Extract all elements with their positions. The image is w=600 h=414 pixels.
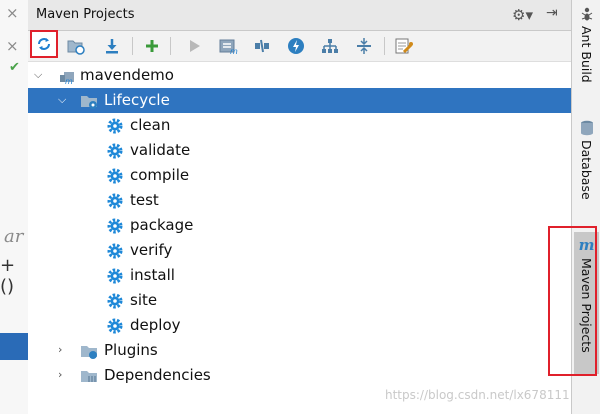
goal-label: install <box>130 266 175 284</box>
editor-text-fragment: +() <box>0 255 16 297</box>
tab-label: Database <box>579 140 594 200</box>
lifecycle-goal-item[interactable]: validate <box>28 138 571 163</box>
run-maven-build-button[interactable] <box>182 34 206 58</box>
lifecycle-goal-item[interactable]: compile <box>28 163 571 188</box>
download-sources-button[interactable] <box>100 34 124 58</box>
check-icon: ✔ <box>9 60 20 75</box>
tree-node-dependencies[interactable]: › Dependencies <box>28 363 571 388</box>
maven-projects-panel: Maven Projects ⚙▾ ⇥ m ⌵ m mavendemo ⌵ Li… <box>28 0 571 414</box>
chevron-right-icon[interactable]: › <box>58 343 62 356</box>
plugins-folder-icon <box>81 346 97 359</box>
play-icon <box>190 40 200 52</box>
lifecycle-goal-item[interactable]: deploy <box>28 313 571 338</box>
database-tab[interactable]: Database <box>574 120 599 200</box>
gear-icon <box>107 118 123 134</box>
collapse-all-button[interactable] <box>352 34 376 58</box>
generate-sources-button[interactable] <box>64 34 88 58</box>
editor-selection <box>0 333 28 360</box>
goal-label: test <box>130 191 159 209</box>
goal-label: site <box>130 291 158 309</box>
hide-panel-icon[interactable]: ⇥ <box>546 5 558 21</box>
lifecycle-goal-item[interactable]: package <box>28 213 571 238</box>
goal-label: compile <box>130 166 190 184</box>
gear-icon[interactable]: ⚙▾ <box>512 6 533 24</box>
tree-node-label: Dependencies <box>104 366 211 384</box>
lifecycle-goal-item[interactable]: site <box>28 288 571 313</box>
maven-project-icon: m <box>60 72 74 85</box>
tree-node-plugins[interactable]: › Plugins <box>28 338 571 363</box>
highlight-box <box>548 226 597 376</box>
chevron-down-icon[interactable]: ⌵ <box>34 68 42 82</box>
maven-goal-icon: m <box>219 39 238 55</box>
toolbar-separator <box>384 37 385 55</box>
hierarchy-icon <box>322 39 338 53</box>
offline-icon <box>255 39 269 53</box>
lifecycle-goal-item[interactable]: test <box>28 188 571 213</box>
ant-icon <box>581 7 592 21</box>
collapse-icon <box>357 38 371 54</box>
toolbar-separator <box>170 37 171 55</box>
toggle-offline-mode-button[interactable] <box>250 34 274 58</box>
lifecycle-folder-icon <box>81 96 97 109</box>
gear-icon <box>107 293 123 309</box>
dependencies-folder-icon <box>81 371 97 382</box>
download-icon <box>106 39 118 54</box>
goal-label: deploy <box>130 316 181 334</box>
toggle-skip-tests-button[interactable] <box>284 34 308 58</box>
svg-text:m: m <box>230 47 238 55</box>
gear-icon <box>107 193 123 209</box>
refresh-icon <box>38 38 50 50</box>
add-maven-project-button[interactable] <box>140 34 164 58</box>
lifecycle-goal-item[interactable]: clean <box>28 113 571 138</box>
ant-build-tab[interactable]: Ant Build <box>574 6 599 83</box>
maven-toolbar: m <box>28 30 571 62</box>
plus-icon <box>146 40 158 52</box>
close-icon[interactable]: × <box>6 5 19 21</box>
tree-node-label: Plugins <box>104 341 158 359</box>
chevron-right-icon[interactable]: › <box>58 368 62 381</box>
execute-maven-goal-button[interactable]: m <box>216 34 240 58</box>
gear-icon <box>107 243 123 259</box>
settings-wrench-icon <box>395 38 413 54</box>
maven-settings-button[interactable] <box>392 34 416 58</box>
reimport-all-button[interactable] <box>30 30 58 58</box>
lifecycle-goal-item[interactable]: install <box>28 263 571 288</box>
show-dependencies-button[interactable] <box>318 34 342 58</box>
goal-label: clean <box>130 116 171 134</box>
goal-label: package <box>130 216 194 234</box>
watermark: https://blog.csdn.net/lx678111 <box>385 388 570 402</box>
gear-icon <box>107 218 123 234</box>
panel-title: Maven Projects <box>36 7 135 22</box>
tree-node-project[interactable]: ⌵ m mavendemo <box>28 63 571 88</box>
panel-titlebar: Maven Projects ⚙▾ ⇥ <box>28 0 571 31</box>
tab-label: Ant Build <box>579 26 594 83</box>
lightning-icon <box>288 38 304 54</box>
tree-node-lifecycle[interactable]: ⌵ Lifecycle <box>28 88 571 113</box>
tree-node-label: mavendemo <box>80 66 174 84</box>
gear-icon <box>107 268 123 284</box>
gear-icon <box>107 143 123 159</box>
tree-node-label: Lifecycle <box>104 91 170 109</box>
folder-refresh-icon <box>67 40 85 55</box>
gear-icon <box>107 168 123 184</box>
editor-text-fragment: ar <box>4 226 24 247</box>
svg-text:m: m <box>65 77 73 85</box>
goal-label: validate <box>130 141 191 159</box>
gear-icon <box>107 318 123 334</box>
goal-label: verify <box>130 241 173 259</box>
toolbar-separator <box>132 37 133 55</box>
chevron-down-icon[interactable]: ⌵ <box>58 93 66 107</box>
close-icon[interactable]: × <box>6 38 19 54</box>
database-icon <box>580 120 593 136</box>
lifecycle-goal-item[interactable]: verify <box>28 238 571 263</box>
editor-strip: × × ✔ ar +() <box>0 0 29 414</box>
